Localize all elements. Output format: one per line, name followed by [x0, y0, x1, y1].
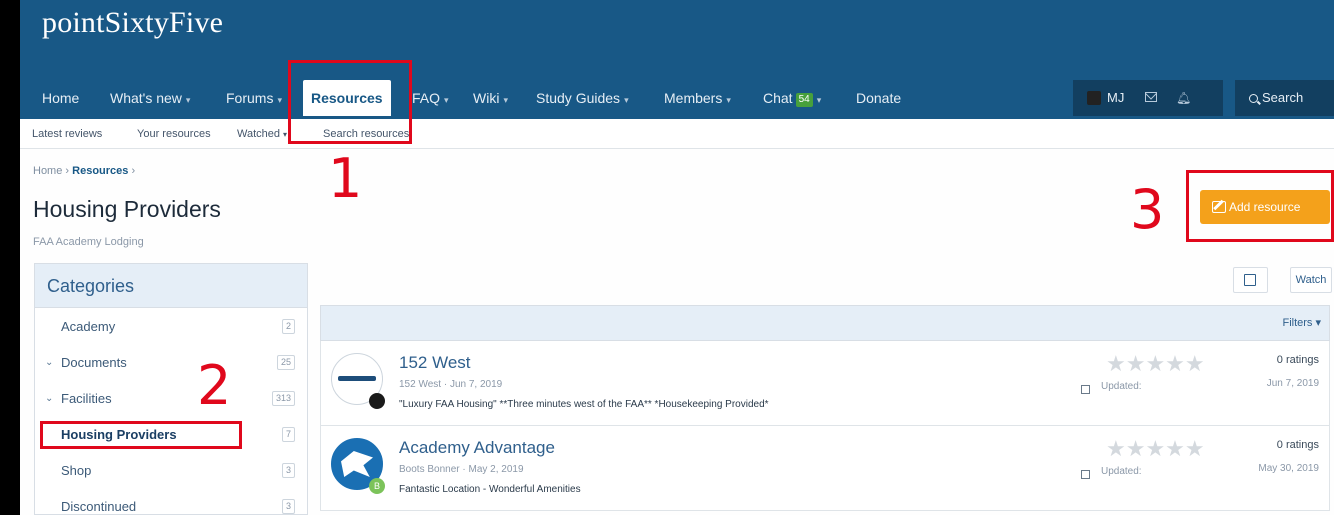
site-header: pointSixtyFive Home What's new ▾ Forums ▾ …: [20, 0, 1334, 119]
category-count: 25: [276, 355, 295, 370]
annotation-number-3: 3: [1130, 178, 1165, 241]
chat-count-badge: 54: [795, 93, 813, 107]
subnav-search-resources[interactable]: Search resources: [323, 119, 409, 149]
inbox-icon[interactable]: [1145, 92, 1157, 102]
nav-study-guides[interactable]: Study Guides ▾: [536, 80, 629, 116]
filters-menu[interactable]: Filters ▾: [1282, 306, 1321, 340]
subnav-latest-reviews[interactable]: Latest reviews: [32, 119, 102, 149]
chevron-down-icon: ▾: [624, 95, 629, 105]
nav-donate[interactable]: Donate: [856, 80, 901, 116]
main-nav: Home What's new ▾ Forums ▾ Resources FAQ ▾ …: [20, 80, 1334, 116]
nav-faq[interactable]: FAQ ▾: [412, 80, 449, 116]
chevron-down-icon[interactable]: ⌄: [45, 381, 53, 417]
chevron-down-icon: ▾: [816, 95, 822, 105]
resource-tagline: "Luxury FAA Housing" **Three minutes wes…: [399, 399, 769, 410]
updated-label: Updated:: [1101, 466, 1142, 477]
category-count: 3: [281, 499, 295, 514]
breadcrumb: Home › Resources ›: [33, 165, 136, 177]
breadcrumb-resources[interactable]: Resources: [72, 165, 128, 177]
nav-whats-new[interactable]: What's new ▾: [110, 80, 190, 116]
updated-date: Jun 7, 2019: [1266, 378, 1319, 389]
watch-button[interactable]: Watch: [1290, 267, 1332, 293]
category-housing-providers[interactable]: Housing Providers 7: [35, 417, 307, 453]
rating-stars: ★★★★★: [1106, 436, 1205, 461]
chevron-down-icon: ▾: [726, 95, 731, 105]
breadcrumb-home[interactable]: Home: [33, 165, 62, 177]
user-menu[interactable]: MJ 🔔︎: [1073, 80, 1223, 116]
category-facilities[interactable]: ⌄ Facilities 313: [35, 381, 307, 417]
chevron-down-icon: ▾: [444, 95, 449, 105]
subnav-watched[interactable]: Watched ▾: [237, 119, 287, 150]
resource-title[interactable]: Academy Advantage: [399, 438, 555, 458]
categories-sidebar: Categories Academy 2 ⌄ Documents 25 ⌄ Fa…: [34, 263, 308, 515]
site-logo[interactable]: pointSixtyFive: [42, 6, 223, 40]
categories-heading: Categories: [35, 264, 307, 308]
nav-resources[interactable]: Resources: [303, 80, 391, 116]
resource-row: 152 West 152 West · Jun 7, 2019 "Luxury …: [320, 341, 1330, 426]
category-discontinued[interactable]: Discontinued 3: [35, 489, 307, 515]
search-button[interactable]: Search: [1235, 80, 1334, 116]
resource-title[interactable]: 152 West: [399, 353, 471, 373]
nav-forums[interactable]: Forums ▾: [226, 80, 282, 116]
select-toggle-button[interactable]: [1233, 267, 1268, 293]
search-icon: [1249, 94, 1258, 103]
ratings-count: 0 ratings: [1276, 354, 1319, 366]
resource-select-checkbox[interactable]: [1081, 385, 1090, 394]
sub-nav: Latest reviews Your resources Watched ▾ S…: [20, 119, 1334, 149]
author-avatar[interactable]: B: [369, 478, 385, 494]
resource-meta: Boots Bonner · May 2, 2019: [399, 464, 524, 475]
category-count: 7: [281, 427, 295, 442]
ratings-count: 0 ratings: [1276, 439, 1319, 451]
bell-icon[interactable]: 🔔︎: [1176, 92, 1191, 104]
annotation-number-1: 1: [328, 147, 363, 210]
logo-icon: [341, 451, 373, 477]
resource-meta: 152 West · Jun 7, 2019: [399, 379, 503, 390]
chevron-down-icon: ▾: [277, 95, 282, 105]
nav-members[interactable]: Members ▾: [664, 80, 731, 116]
resource-list-header: Filters ▾: [320, 305, 1330, 341]
category-academy[interactable]: Academy 2: [35, 309, 307, 345]
category-count: 3: [281, 463, 295, 478]
updated-label: Updated:: [1101, 381, 1142, 392]
chevron-down-icon: ▾: [283, 130, 288, 139]
author-avatar[interactable]: [369, 393, 385, 409]
category-shop[interactable]: Shop 3: [35, 453, 307, 489]
rating-stars: ★★★★★: [1106, 351, 1205, 376]
username[interactable]: MJ: [1107, 80, 1124, 116]
page-title: Housing Providers: [33, 196, 221, 222]
resource-select-checkbox[interactable]: [1081, 470, 1090, 479]
resource-tagline: Fantastic Location - Wonderful Amenities: [399, 484, 581, 495]
chevron-down-icon: ▾: [503, 95, 508, 105]
edit-icon: [1212, 201, 1226, 213]
category-documents[interactable]: ⌄ Documents 25: [35, 345, 307, 381]
nav-chat[interactable]: Chat 54 ▾: [763, 80, 821, 116]
page-description: FAA Academy Lodging: [33, 236, 144, 248]
chevron-down-icon[interactable]: ⌄: [45, 345, 53, 381]
add-resource-button[interactable]: Add resource: [1200, 190, 1330, 224]
chevron-down-icon: ▾: [185, 95, 191, 105]
category-count: 313: [271, 391, 295, 406]
annotation-number-2: 2: [197, 354, 232, 417]
browser-page: pointSixtyFive Home What's new ▾ Forums ▾ …: [20, 0, 1334, 515]
nav-home[interactable]: Home: [42, 80, 79, 116]
subnav-your-resources[interactable]: Your resources: [137, 119, 211, 149]
updated-date: May 30, 2019: [1258, 463, 1319, 474]
nav-wiki[interactable]: Wiki ▾: [473, 80, 508, 116]
resource-row: B Academy Advantage Boots Bonner · May 2…: [320, 426, 1330, 511]
category-count: 2: [281, 319, 295, 334]
airplane-icon: [338, 376, 376, 381]
avatar[interactable]: [1087, 91, 1101, 105]
